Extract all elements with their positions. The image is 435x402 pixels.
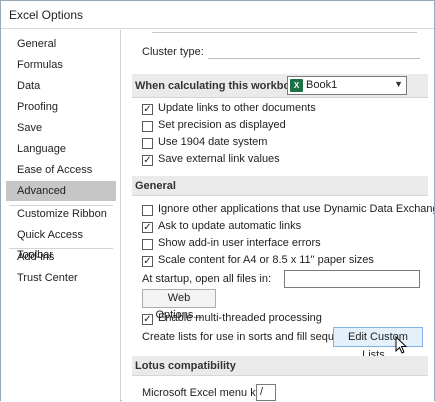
nav-item-formulas[interactable]: Formulas [6,55,116,75]
nav-item-customize-ribbon[interactable]: Customize Ribbon [6,204,116,224]
clipped-option-row [152,30,417,33]
startup-folder-input[interactable] [284,270,420,288]
checkbox-update-links[interactable]: ✓ [142,104,153,115]
checkbox-ignore-dde[interactable] [142,205,153,216]
option-show-addin-errors: Show add-in user interface errors [158,237,321,249]
checkbox-save-external-links[interactable]: ✓ [142,155,153,166]
nav-item-add-ins[interactable]: Add-ins [6,247,116,267]
excel-workbook-icon: X [290,79,303,92]
lotus-section-title: Lotus compatibility [135,360,236,372]
option-ignore-dde: Ignore other applications that use Dynam… [158,203,434,215]
nav-item-proofing[interactable]: Proofing [6,97,116,117]
nav-item-save[interactable]: Save [6,118,116,138]
lotus-section-header: Lotus compatibility [132,356,428,376]
calc-section-title: When calculating this workbook: [135,80,307,92]
dialog-title: Excel Options [9,8,84,22]
cluster-type-label: Cluster type: [142,46,204,58]
chevron-down-icon: ▼ [394,79,403,89]
nav-item-data[interactable]: Data [6,76,116,96]
menu-key-input[interactable]: / [256,384,276,401]
option-scale-content: Scale content for A4 or 8.5 x 11" paper … [158,254,374,266]
excel-options-dialog: Excel Options General Formulas Data Proo… [0,0,435,402]
checkbox-ask-update-links[interactable]: ✓ [142,222,153,233]
web-options-button[interactable]: Web Options... [142,289,216,321]
cluster-type-field[interactable] [208,58,420,59]
checkbox-1904-date[interactable] [142,138,153,149]
nav-item-trust-center[interactable]: Trust Center [6,268,116,288]
nav-item-advanced[interactable]: Advanced [6,181,116,201]
nav-item-quick-access-toolbar[interactable]: Quick Access Toolbar [6,225,116,261]
checkbox-scale-content[interactable]: ✓ [142,256,153,267]
mouse-cursor-icon [395,336,408,354]
option-set-precision: Set precision as displayed [158,119,286,131]
checkbox-set-precision[interactable] [142,121,153,132]
nav-item-language[interactable]: Language [6,139,116,159]
startup-folder-label: At startup, open all files in: [142,273,272,285]
option-ask-update-links: Ask to update automatic links [158,220,302,232]
general-section-title: General [135,180,176,192]
checkbox-show-addin-errors[interactable] [142,239,153,250]
edit-custom-lists-button[interactable]: Edit Custom Lists... [333,327,423,361]
option-update-links: Update links to other documents [158,102,316,114]
option-multithreaded: Enable multi-threaded processing [158,312,322,324]
title-bar: Excel Options [1,1,434,29]
advanced-options-panel: Cluster type: When calculating this work… [122,30,434,402]
option-1904-date: Use 1904 date system [158,136,268,148]
menu-key-label: Microsoft Excel menu key: [142,387,271,399]
options-nav: General Formulas Data Proofing Save Lang… [1,30,121,402]
option-save-external-links: Save external link values [158,153,280,165]
general-section-header: General [132,176,428,196]
workbook-select-value: Book1 [306,79,338,91]
workbook-select[interactable]: X Book1 ▼ [287,76,407,95]
menu-key-value: / [260,386,264,398]
nav-item-ease-of-access[interactable]: Ease of Access [6,160,116,180]
nav-item-general[interactable]: General [6,34,116,54]
checkbox-multithreaded[interactable]: ✓ [142,314,153,325]
